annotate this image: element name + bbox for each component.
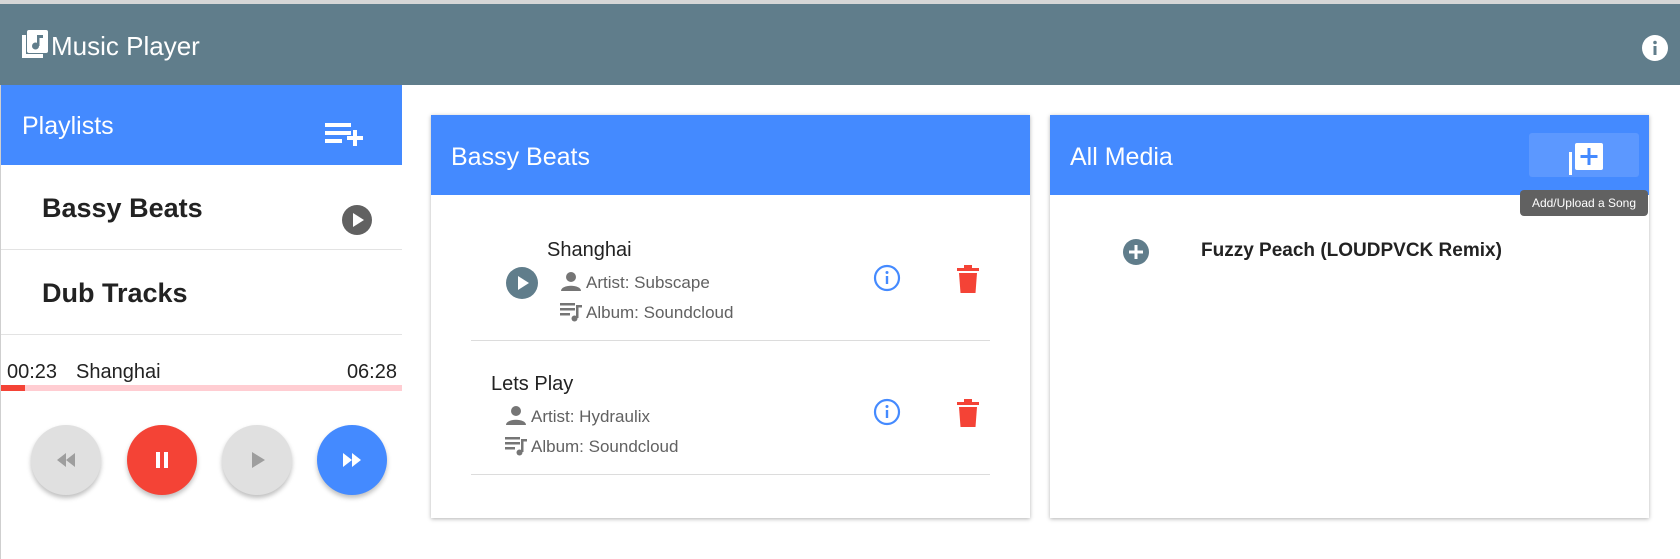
song-artist: Artist: Subscape [561,272,710,293]
song-title: Lets Play [491,373,574,395]
music-library-icon [22,30,48,58]
progress-bar[interactable] [1,385,402,391]
song-album: Album: Soundcloud [560,303,733,323]
song-album: Album: Soundcloud [505,437,678,457]
all-media-card: All Media Add/Upload a Song Fuzzy Peach … [1050,115,1649,518]
add-circle-icon[interactable] [1122,238,1150,266]
music-player-app: Music Player Playlists Bassy Beats Dub T… [0,4,1680,559]
person-icon [561,272,581,291]
pause-button[interactable] [127,425,197,495]
upload-tooltip: Add/Upload a Song [1520,190,1648,216]
play-circle-icon[interactable] [506,267,538,299]
delete-icon[interactable] [955,265,981,293]
fast-forward-icon [343,453,361,467]
song-row[interactable]: Lets Play Artist: Hydraulix Album: Sound… [471,341,990,475]
info-outline-icon[interactable] [873,264,901,292]
now-playing-title: Shanghai [76,361,161,383]
song-title: Shanghai [547,239,632,261]
now-playing-row: 00:23 Shanghai 06:28 [1,357,402,387]
playlists-title: Playlists [22,112,114,140]
playlist-item[interactable]: Dub Tracks [1,250,402,335]
total-time: 06:28 [346,361,397,383]
delete-icon[interactable] [955,399,981,427]
add-upload-song-button[interactable] [1529,133,1639,177]
progress-fill [1,385,26,391]
current-time: 00:23 [7,361,58,383]
app-title: Music Player [51,31,200,61]
playlist-card-header: Bassy Beats [431,115,1030,195]
play-icon [252,452,265,468]
media-card-title: All Media [1070,143,1173,171]
fast-forward-button[interactable] [317,425,387,495]
media-card-header: All Media [1050,115,1649,195]
library-add-icon [1569,143,1603,175]
playlist-card-title: Bassy Beats [451,143,590,171]
song-artist: Artist: Hydraulix [506,406,650,427]
playlist-name: Dub Tracks [42,278,188,308]
playlists-header: Playlists [1,85,402,165]
playlist-add-icon[interactable] [325,121,365,149]
playlist-name: Bassy Beats [42,193,203,223]
media-item[interactable]: Fuzzy Peach (LOUDPVCK Remix) [1050,238,1650,280]
playlist-item[interactable]: Bassy Beats [1,165,402,250]
playlists-sidebar: Playlists Bassy Beats Dub Tracks 00:23 S… [0,85,402,559]
queue-music-icon [505,437,527,456]
pause-icon [156,452,168,468]
song-row[interactable]: Shanghai Artist: Subscape Album: Soundcl… [471,207,990,341]
media-item-name: Fuzzy Peach (LOUDPVCK Remix) [1201,240,1502,261]
info-icon[interactable] [1642,35,1668,61]
rewind-icon [57,453,75,467]
playlist-songs-card: Bassy Beats Shanghai Artist: Subscape Al… [431,115,1030,518]
app-bar: Music Player [0,4,1680,85]
play-circle-icon[interactable] [342,205,372,235]
person-icon [506,406,526,425]
queue-music-icon [560,303,582,322]
play-button[interactable] [222,425,292,495]
info-outline-icon[interactable] [873,398,901,426]
rewind-button[interactable] [31,425,101,495]
